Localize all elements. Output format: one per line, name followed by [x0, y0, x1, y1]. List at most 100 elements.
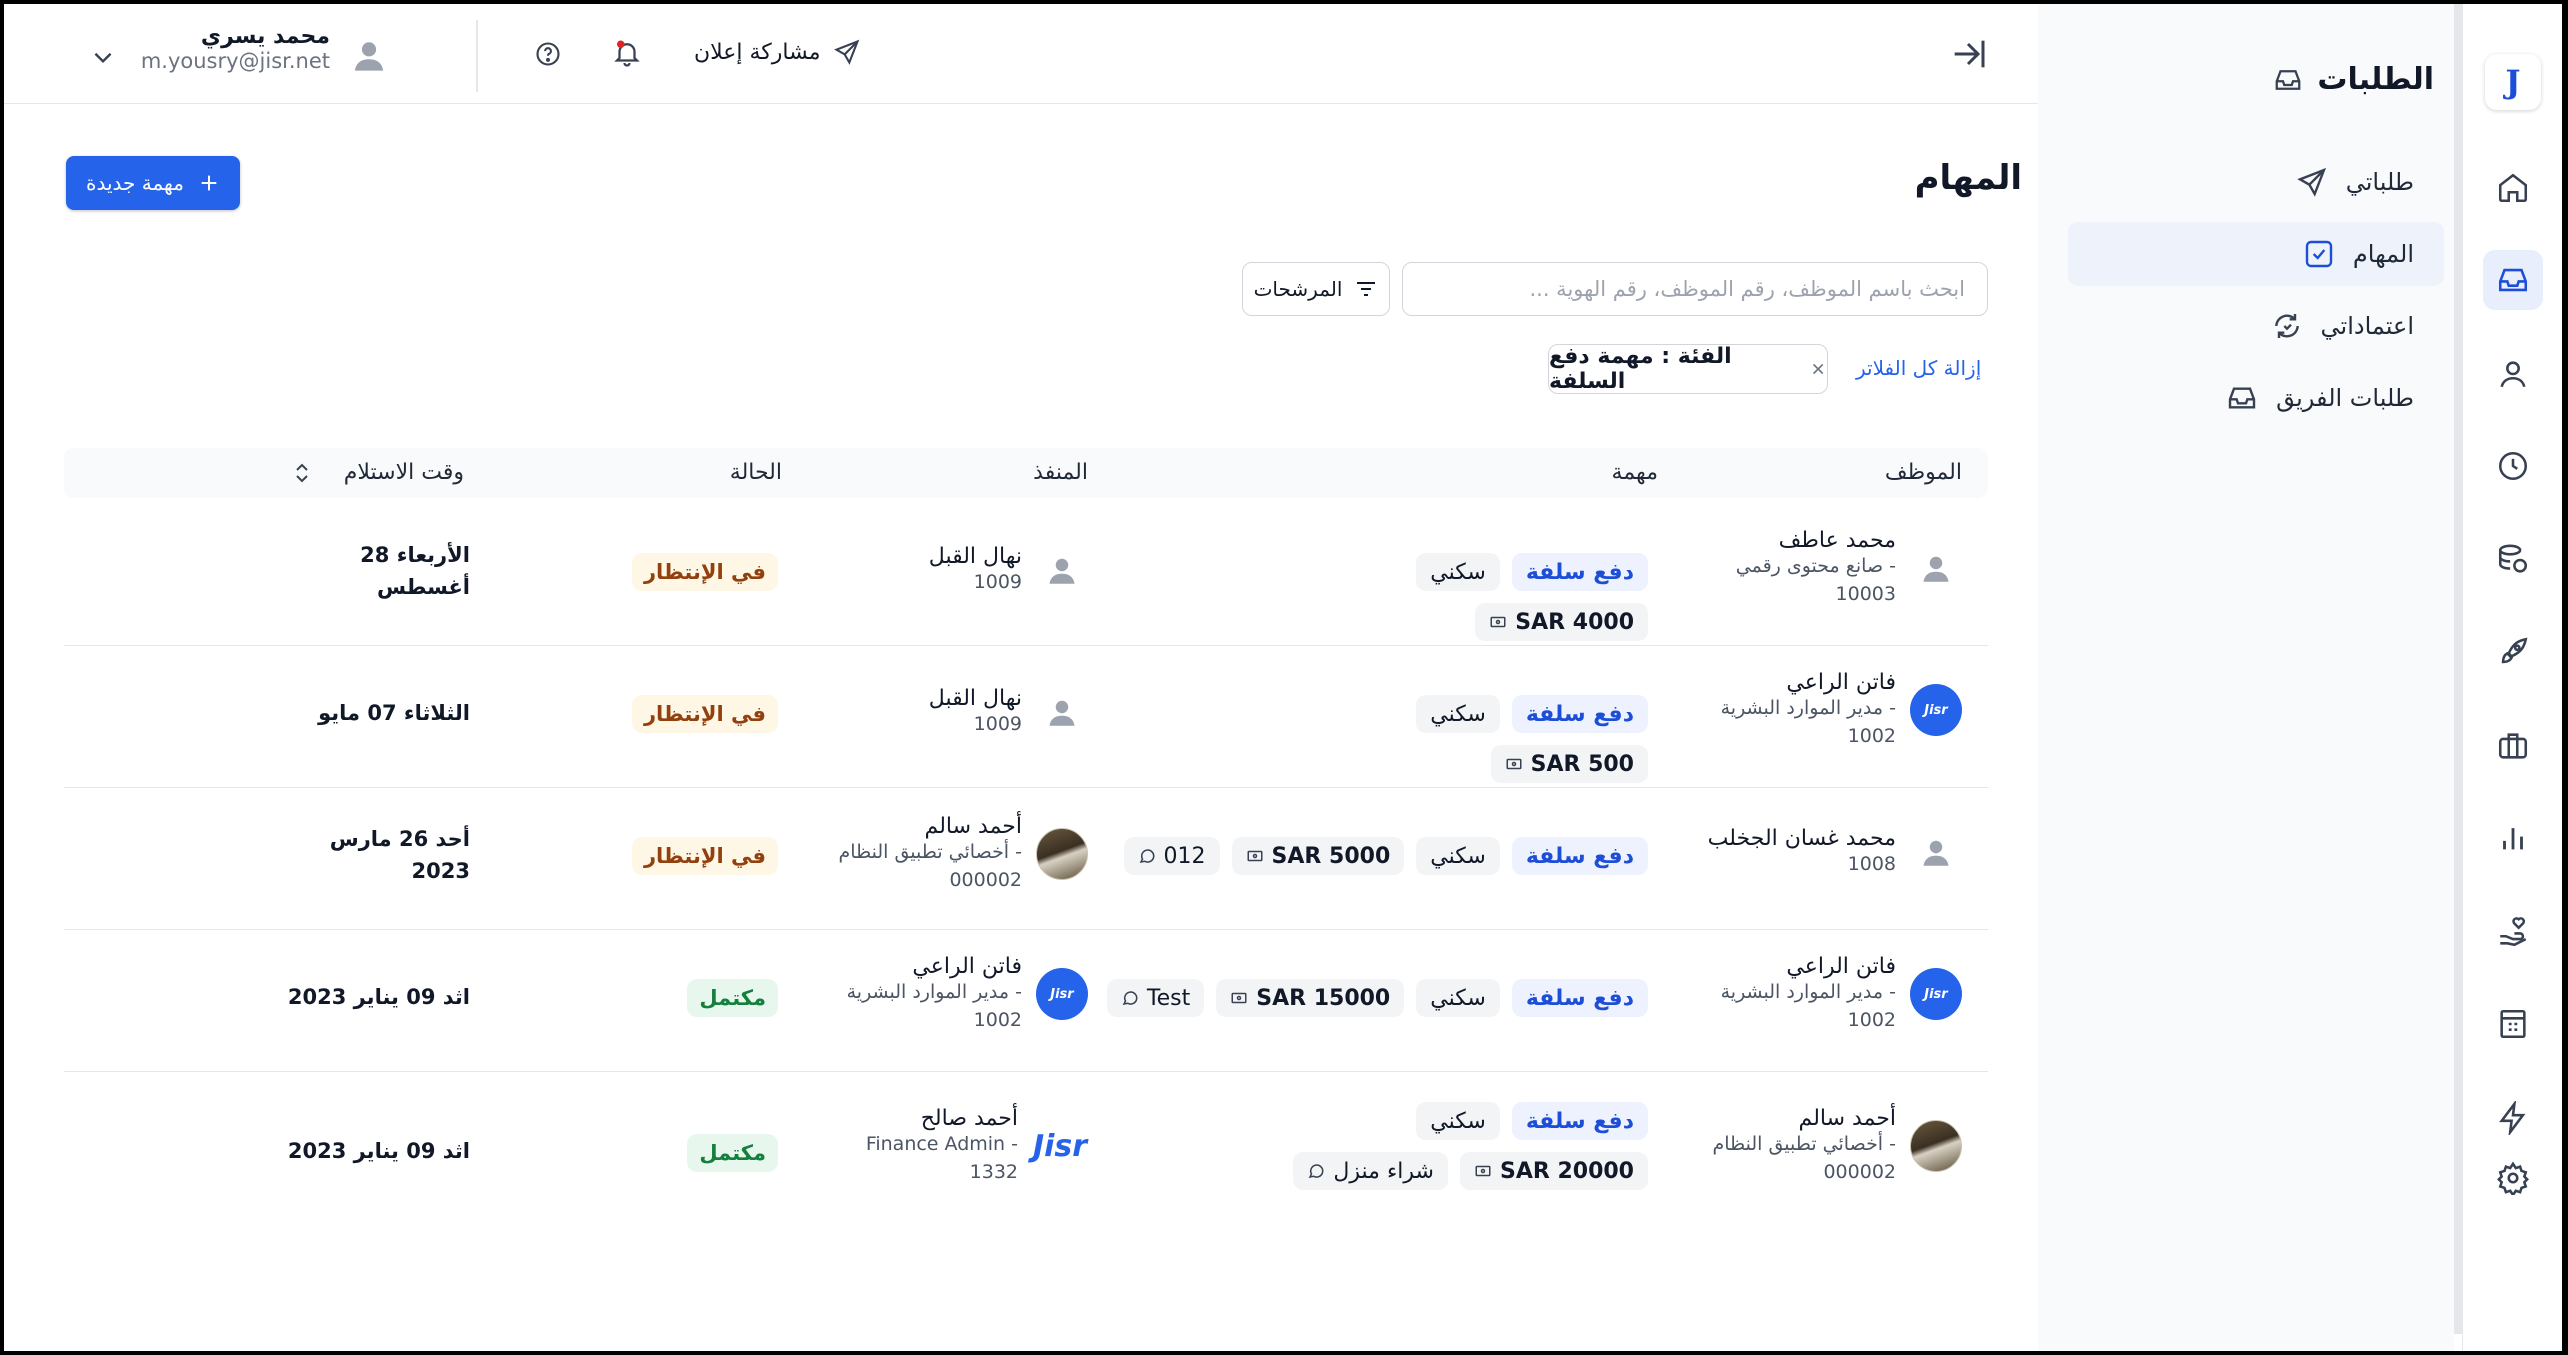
status-badge: في الإنتظار — [631, 553, 778, 591]
employee-name: فاتن الراعي — [1786, 670, 1896, 695]
close-icon[interactable] — [1809, 359, 1827, 379]
column-header-executor[interactable]: المنفذ — [1033, 460, 1088, 485]
task-tags: دفع سلفة سكني SAR 500 — [1248, 695, 1648, 783]
help-icon[interactable] — [534, 40, 562, 68]
sidebar-item-label: المهام — [2352, 240, 2414, 268]
table-row[interactable]: فاتن الراعي مدير الموارد البشرية - 1002 … — [64, 646, 1988, 788]
task-category-tag: سكني — [1416, 553, 1500, 591]
note-tag: 012 — [1123, 837, 1220, 875]
table-row[interactable]: محمد عاطف صانع محتوى رقمي - 10003 دفع سل… — [64, 504, 1988, 646]
sidebar-item-approvals[interactable]: اعتماداتي — [2068, 294, 2444, 358]
employee-id: 000002 — [1823, 1160, 1896, 1183]
task-tags: دفع سلفة سكني SAR 4000 — [1248, 553, 1648, 641]
column-header-status[interactable]: الحالة — [730, 460, 782, 485]
note-text: Test — [1146, 985, 1191, 1011]
task-type-tag: دفع سلفة — [1511, 1102, 1648, 1140]
collapse-sidebar-icon[interactable] — [1948, 34, 1988, 74]
table-row[interactable]: أحمد سالم أخصائي تطبيق النظام - 000002 د… — [64, 1072, 1988, 1232]
profile-photo-avatar — [1036, 828, 1088, 881]
jisr-avatar: Jisr — [1910, 968, 1962, 1021]
column-header-task[interactable]: مهمة — [1612, 460, 1658, 485]
executor-title: أخصائي تطبيق النظام - — [838, 841, 1022, 863]
cash-icon — [1506, 758, 1522, 770]
executor-id: 1009 — [973, 571, 1022, 593]
top-header: مشاركة إعلان محمد يسري m.yousry@jisr.net — [4, 4, 2038, 104]
profile-photo-avatar — [1910, 1120, 1962, 1173]
executor-cell: نهال القبل 1009 — [929, 686, 1088, 739]
received-date-line2: أغسطس — [376, 574, 470, 599]
share-announcement-button[interactable]: مشاركة إعلان — [694, 38, 861, 66]
task-category-tag: سكني — [1416, 979, 1500, 1017]
sidebar-item-my-requests[interactable]: طلباتي — [2068, 150, 2444, 214]
active-filter-chip[interactable]: الفئة : مهمة دفع السلفة — [1548, 344, 1828, 394]
lightning-icon[interactable] — [2483, 1088, 2543, 1148]
avatar-placeholder-icon — [1036, 544, 1088, 596]
filters-button[interactable]: المرشحات — [1242, 262, 1390, 316]
settings-icon[interactable] — [2483, 1148, 2543, 1208]
received-date-line1: أحد 26 مارس — [329, 827, 470, 851]
plus-icon — [201, 175, 217, 191]
amount-value: SAR 20000 — [1499, 1158, 1634, 1184]
status-badge: في الإنتظار — [631, 695, 778, 733]
requests-sidebar: الطلبات طلباتي المهام اعتماداتي طلبات ال… — [2038, 4, 2454, 1351]
jisr-avatar: Jisr — [1036, 968, 1088, 1021]
user-info[interactable]: محمد يسري m.yousry@jisr.net — [134, 24, 330, 73]
received-date-line1: اثد 09 يناير 2023 — [287, 985, 470, 1009]
home-icon[interactable] — [2483, 158, 2543, 218]
employee-title: صانع محتوى رقمي - — [1735, 555, 1896, 577]
received-date: الثلاثاء 07 مايو — [318, 698, 470, 730]
task-category-tag: سكني — [1416, 1102, 1500, 1140]
user-icon[interactable] — [2483, 344, 2543, 404]
employee-name: فاتن الراعي — [1786, 954, 1896, 979]
employee-cell: محمد عاطف صانع محتوى رقمي - 10003 — [1736, 528, 1962, 608]
avatar-placeholder-icon — [1910, 542, 1962, 594]
sidebar-item-label: اعتماداتي — [2320, 312, 2414, 340]
rocket-icon[interactable] — [2483, 622, 2543, 682]
table-row[interactable]: محمد غسان الجخلب 1008 دفع سلفة سكني SAR … — [64, 788, 1988, 930]
employee-id: 1002 — [1847, 1008, 1896, 1031]
task-tags: دفع سلفة سكني SAR 15000 Test — [1088, 979, 1648, 1017]
amount-tag: SAR 20000 — [1459, 1152, 1648, 1190]
executor-name: نهال القبل — [928, 686, 1022, 711]
received-date-line1: اثد 09 يناير 2023 — [287, 1139, 470, 1163]
column-header-received-time[interactable]: وقت الاستلام — [344, 460, 464, 485]
user-avatar-icon[interactable] — [352, 38, 386, 72]
amount-value: SAR 500 — [1530, 751, 1634, 777]
status-badge: في الإنتظار — [631, 837, 778, 875]
sidebar-item-team-requests[interactable]: طلبات الفريق — [2068, 366, 2444, 430]
amount-tag: SAR 4000 — [1475, 603, 1648, 641]
briefcase-icon[interactable] — [2483, 716, 2543, 776]
task-category-tag: سكني — [1416, 837, 1500, 875]
app-logo[interactable]: J — [2485, 54, 2541, 110]
hand-heart-icon[interactable] — [2483, 902, 2543, 962]
user-email: m.yousry@jisr.net — [140, 49, 330, 73]
coins-icon[interactable] — [2483, 530, 2543, 590]
clock-icon[interactable] — [2483, 436, 2543, 496]
notifications-bell-icon[interactable] — [612, 38, 642, 68]
task-type-tag: دفع سلفة — [1511, 837, 1648, 875]
column-header-employee[interactable]: الموظف — [1885, 460, 1962, 485]
new-task-button[interactable]: مهمة جديدة — [66, 156, 240, 210]
search-input[interactable] — [1402, 262, 1988, 316]
executor-id: 1009 — [973, 713, 1022, 735]
employee-cell: محمد غسان الجخلب 1008 — [1708, 826, 1962, 879]
sort-icon[interactable] — [290, 460, 314, 486]
chevron-down-icon[interactable] — [90, 44, 116, 70]
employee-cell: أحمد سالم أخصائي تطبيق النظام - 000002 — [1712, 1106, 1962, 1186]
executor-cell: فاتن الراعي مدير الموارد البشرية - 1002 … — [847, 954, 1088, 1034]
note-tag: شراء منزل — [1293, 1152, 1448, 1190]
refresh-icon — [2274, 314, 2299, 338]
inbox-icon[interactable] — [2483, 250, 2543, 310]
executor-name: فاتن الراعي — [912, 954, 1022, 979]
sidebar-item-tasks[interactable]: المهام — [2068, 222, 2444, 286]
clear-filters-link[interactable]: إزالة كل الفلاتر — [1856, 356, 1981, 380]
amount-value: SAR 15000 — [1256, 985, 1391, 1011]
header-divider — [476, 20, 478, 92]
table-row[interactable]: فاتن الراعي مدير الموارد البشرية - 1002 … — [64, 930, 1988, 1072]
task-tags: دفع سلفة سكني SAR 20000 شراء منزل — [1228, 1102, 1648, 1190]
bar-chart-icon[interactable] — [2483, 808, 2543, 868]
employee-id: 1002 — [1847, 724, 1896, 747]
amount-tag: SAR 5000 — [1231, 837, 1405, 875]
building-icon[interactable] — [2483, 994, 2543, 1054]
inbox-icon — [2275, 69, 2301, 90]
